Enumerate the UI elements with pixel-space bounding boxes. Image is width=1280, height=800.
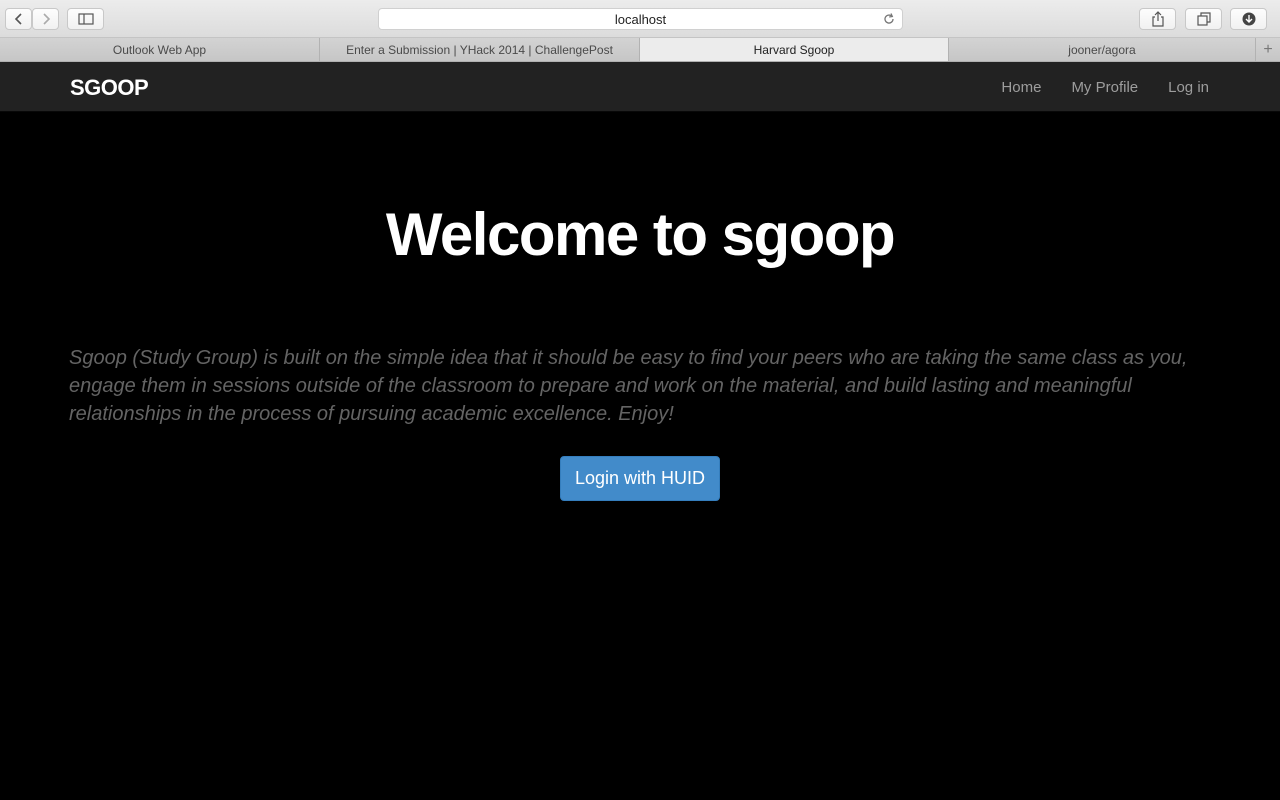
tab-yhack[interactable]: Enter a Submission | YHack 2014 | Challe… xyxy=(320,38,640,61)
sidebar-icon xyxy=(77,13,94,25)
nav-my-profile-link[interactable]: My Profile xyxy=(1071,79,1138,96)
site-navbar: SGOOP Home My Profile Log in xyxy=(0,62,1280,112)
address-bar[interactable]: localhost xyxy=(378,8,903,30)
brand-logo[interactable]: SGOOP xyxy=(70,75,149,101)
page-title: Welcome to sgoop xyxy=(385,201,896,268)
intro-text: Sgoop (Study Group) is built on the simp… xyxy=(69,347,1188,425)
new-tab-button[interactable]: + xyxy=(1256,38,1280,61)
chevron-left-icon xyxy=(14,13,22,25)
tab-label: Outlook Web App xyxy=(112,42,207,57)
address-text: localhost xyxy=(614,11,667,27)
tab-jooner-agora[interactable]: jooner/agora xyxy=(949,38,1256,61)
tab-harvard-sgoop[interactable]: Harvard Sgoop xyxy=(640,38,949,61)
plus-icon: + xyxy=(1263,40,1273,58)
chevron-right-icon xyxy=(42,13,50,25)
reload-button[interactable] xyxy=(882,12,896,29)
login-with-huid-button[interactable]: Login with HUID xyxy=(560,456,720,501)
browser-toolbar: localhost xyxy=(0,0,1280,38)
tab-bar: Outlook Web App Enter a Submission | YHa… xyxy=(0,38,1280,62)
tab-label: Harvard Sgoop xyxy=(753,42,835,57)
download-icon xyxy=(1242,12,1255,26)
sidebar-toggle-button[interactable] xyxy=(67,8,104,30)
tab-label: Enter a Submission | YHack 2014 | Challe… xyxy=(346,42,613,57)
tabs-icon xyxy=(1196,12,1211,26)
downloads-button[interactable] xyxy=(1230,8,1267,30)
share-icon xyxy=(1151,11,1164,27)
tabs-overview-button[interactable] xyxy=(1185,8,1222,30)
share-button[interactable] xyxy=(1139,8,1176,30)
nav-links: Home My Profile Log in xyxy=(971,62,1209,112)
back-button[interactable] xyxy=(5,8,32,30)
reload-icon xyxy=(884,13,894,24)
nav-home-link[interactable]: Home xyxy=(1001,79,1041,96)
nav-log-in-link[interactable]: Log in xyxy=(1168,79,1209,96)
tab-label: jooner/agora xyxy=(1068,42,1136,57)
tab-outlook[interactable]: Outlook Web App xyxy=(0,38,320,61)
forward-button[interactable] xyxy=(32,8,59,30)
